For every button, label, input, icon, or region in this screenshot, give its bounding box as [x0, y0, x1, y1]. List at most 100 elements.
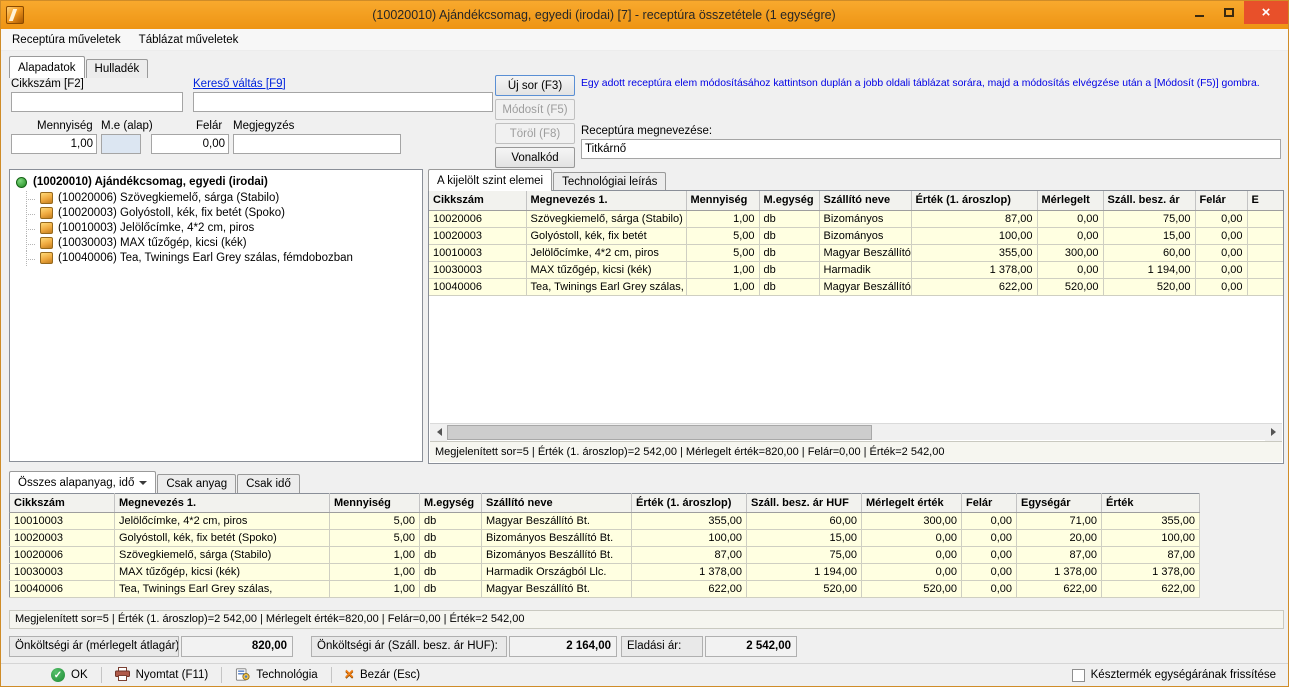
table-cell[interactable]: 75,00	[1103, 210, 1195, 227]
kereso-input[interactable]	[193, 92, 493, 112]
table-cell[interactable]: 75,00	[747, 547, 862, 564]
table-cell[interactable]: 1,00	[686, 261, 759, 278]
table-cell[interactable]: 355,00	[1102, 513, 1200, 530]
tree-item[interactable]: (10020003) Golyóstoll, kék, fix betét (S…	[14, 206, 420, 221]
table-cell[interactable]: 87,00	[911, 210, 1037, 227]
column-header[interactable]: Száll. besz. ár HUF	[747, 494, 862, 513]
column-header[interactable]: Megnevezés 1.	[526, 191, 686, 210]
table-cell[interactable]: 0,00	[862, 564, 962, 581]
kereso-valtas-link[interactable]: Kereső váltás [F9]	[193, 78, 286, 90]
column-header[interactable]: Szállító neve	[482, 494, 632, 513]
scroll-left-button[interactable]	[430, 424, 447, 441]
column-header[interactable]: Mérlegelt	[1037, 191, 1103, 210]
table-row[interactable]: 10040006Tea, Twinings Earl Grey szálas,1…	[429, 278, 1283, 295]
table-cell[interactable]: Magyar Beszállító	[819, 244, 911, 261]
tree-item[interactable]: (10020006) Szövegkiemelő, sárga (Stabilo…	[14, 191, 420, 206]
table-cell[interactable]: 520,00	[1103, 278, 1195, 295]
table-cell[interactable]: 0,00	[962, 530, 1017, 547]
table-row[interactable]: 10030003MAX tűzőgép, kicsi (kék)1,00dbHa…	[429, 261, 1283, 278]
table-cell[interactable]: 1,00	[330, 547, 420, 564]
table-cell[interactable]: 0,00	[1037, 210, 1103, 227]
table-cell[interactable]: 10040006	[429, 278, 526, 295]
table-cell[interactable]: MAX tűzőgép, kicsi (kék)	[526, 261, 686, 278]
recipe-tree[interactable]: (10020010) Ajándékcsomag, egyedi (irodai…	[9, 169, 423, 462]
column-header[interactable]: Érték (1. ároszlop)	[632, 494, 747, 513]
table-cell[interactable]: Harmadik Országból Llc.	[482, 564, 632, 581]
horizontal-scrollbar[interactable]	[430, 423, 1282, 440]
table-cell[interactable]: 1,00	[330, 581, 420, 598]
table-cell[interactable]: 10020006	[10, 547, 115, 564]
table-cell[interactable]: Jelölőcímke, 4*2 cm, piros	[115, 513, 330, 530]
table-cell[interactable]: db	[420, 547, 482, 564]
uj-sor-button[interactable]: Új sor (F3)	[495, 75, 575, 96]
table-cell[interactable]: 300,00	[1037, 244, 1103, 261]
table-cell[interactable]: 0,00	[1195, 278, 1247, 295]
table-row[interactable]: 10020003Golyóstoll, kék, fix betét5,00db…	[429, 227, 1283, 244]
table-cell[interactable]: 1,00	[686, 278, 759, 295]
table-cell[interactable]: Magyar Beszállító Bt.	[482, 581, 632, 598]
column-header[interactable]: Megnevezés 1.	[115, 494, 330, 513]
megjegyzes-input[interactable]	[233, 134, 401, 154]
table-cell[interactable]: db	[759, 244, 819, 261]
table-cell[interactable]: 60,00	[747, 513, 862, 530]
table-row[interactable]: 10020003Golyóstoll, kék, fix betét (Spok…	[10, 530, 1200, 547]
table-cell[interactable]: db	[759, 210, 819, 227]
table-cell[interactable]: Golyóstoll, kék, fix betét (Spoko)	[115, 530, 330, 547]
table-cell[interactable]: 20,00	[1017, 530, 1102, 547]
scroll-right-button[interactable]	[1265, 424, 1282, 441]
table-cell[interactable]: db	[420, 513, 482, 530]
table-cell[interactable]: 0,00	[962, 581, 1017, 598]
felar-input[interactable]	[151, 134, 229, 154]
table-cell[interactable]: 622,00	[632, 581, 747, 598]
table-row[interactable]: 10020006Szövegkiemelő, sárga (Stabilo)1,…	[429, 210, 1283, 227]
close-esc-button[interactable]: × Bezár (Esc)	[335, 665, 430, 686]
ok-button[interactable]: ✓ OK	[41, 665, 98, 686]
table-cell[interactable]: Magyar Beszállító Bt.	[482, 513, 632, 530]
table-cell[interactable]: 0,00	[962, 564, 1017, 581]
table-cell[interactable]: db	[759, 227, 819, 244]
table-cell[interactable]: 5,00	[330, 513, 420, 530]
table-cell[interactable]: 520,00	[862, 581, 962, 598]
table-cell[interactable]: 15,00	[1103, 227, 1195, 244]
tree-item[interactable]: (10030003) MAX tűzőgép, kicsi (kék)	[14, 236, 420, 251]
table-cell[interactable]	[1247, 227, 1283, 244]
table-cell[interactable]: 10010003	[429, 244, 526, 261]
vonalkod-button[interactable]: Vonalkód	[495, 147, 575, 168]
table-cell[interactable]	[1247, 278, 1283, 295]
table-cell[interactable]: 520,00	[1037, 278, 1103, 295]
table-cell[interactable]: Jelölőcímke, 4*2 cm, piros	[526, 244, 686, 261]
table-cell[interactable]: 0,00	[862, 547, 962, 564]
table-cell[interactable]: 0,00	[1195, 210, 1247, 227]
table-cell[interactable]: 0,00	[1037, 261, 1103, 278]
column-header[interactable]: Cikkszám	[10, 494, 115, 513]
tab-csak-ido[interactable]: Csak idő	[237, 474, 300, 493]
table-row[interactable]: 10010003Jelölőcímke, 4*2 cm, piros5,00db…	[429, 244, 1283, 261]
table-cell[interactable]: Bizományos	[819, 227, 911, 244]
table-cell[interactable]: Harmadik	[819, 261, 911, 278]
table-cell[interactable]: 0,00	[962, 513, 1017, 530]
table-cell[interactable]: 15,00	[747, 530, 862, 547]
column-header[interactable]: Cikkszám	[429, 191, 526, 210]
table-cell[interactable]: 1 194,00	[747, 564, 862, 581]
selected-level-table[interactable]: CikkszámMegnevezés 1.MennyiségM.egységSz…	[429, 191, 1284, 296]
table-cell[interactable]: Szövegkiemelő, sárga (Stabilo)	[526, 210, 686, 227]
column-header[interactable]: M.egység	[420, 494, 482, 513]
table-row[interactable]: 10010003Jelölőcímke, 4*2 cm, piros5,00db…	[10, 513, 1200, 530]
close-button[interactable]: ×	[1244, 1, 1288, 24]
table-cell[interactable]: Golyóstoll, kék, fix betét	[526, 227, 686, 244]
table-cell[interactable]: 0,00	[1195, 261, 1247, 278]
table-cell[interactable]: db	[420, 564, 482, 581]
column-header[interactable]: Mérlegelt érték	[862, 494, 962, 513]
update-unit-price-checkbox[interactable]: Késztermék egységárának frissítése	[1072, 669, 1288, 682]
table-cell[interactable]: 10030003	[429, 261, 526, 278]
table-cell[interactable]: 0,00	[1037, 227, 1103, 244]
table-cell[interactable]: Bizományos	[819, 210, 911, 227]
tab-kijelolt-szint-elemei[interactable]: A kijelölt szint elemei	[428, 169, 552, 191]
table-cell[interactable]: 355,00	[632, 513, 747, 530]
tab-osszes-alapanyag-ido[interactable]: Összes alapanyag, idő	[9, 471, 156, 493]
checkbox-box[interactable]	[1072, 669, 1085, 682]
table-cell[interactable]: 355,00	[911, 244, 1037, 261]
column-header[interactable]: Száll. besz. ár	[1103, 191, 1195, 210]
table-cell[interactable]: Magyar Beszállító	[819, 278, 911, 295]
table-cell[interactable]: 5,00	[686, 227, 759, 244]
